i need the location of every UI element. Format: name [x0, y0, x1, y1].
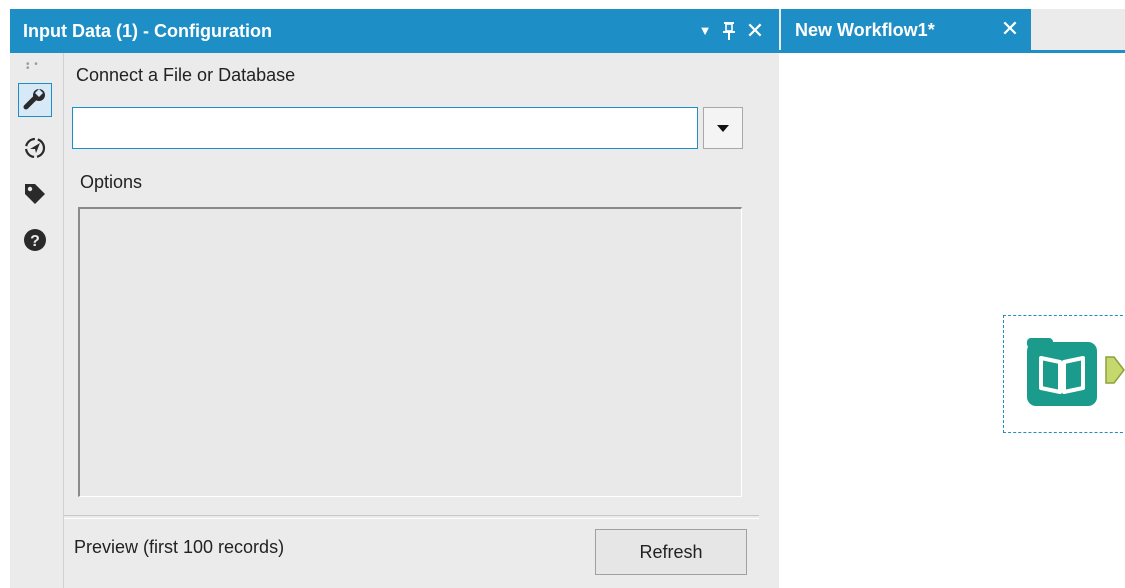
close-icon[interactable]: ✕: [742, 17, 768, 45]
tag-icon[interactable]: [18, 177, 52, 211]
configuration-panel: Input Data (1) - Configuration ▼ ✕ • • •: [10, 9, 779, 588]
chevron-down-icon: [717, 124, 729, 132]
navigate-icon[interactable]: [18, 131, 52, 165]
config-header: Input Data (1) - Configuration ▼ ✕: [10, 9, 779, 53]
grip-handle[interactable]: • • •: [26, 60, 46, 74]
close-icon[interactable]: ✕: [997, 15, 1023, 43]
config-title: Input Data (1) - Configuration: [23, 21, 272, 41]
connect-label: Connect a File or Database: [76, 65, 296, 85]
panel-splitter[interactable]: [64, 515, 759, 519]
connect-dropdown-button[interactable]: [703, 107, 743, 149]
pin-icon[interactable]: [718, 17, 740, 45]
book-icon: [1027, 338, 1097, 406]
preview-label: Preview (first 100 records): [74, 537, 285, 557]
help-icon[interactable]: ?: [18, 223, 52, 257]
dropdown-arrow-icon[interactable]: ▼: [696, 17, 714, 45]
svg-text:?: ?: [30, 233, 40, 250]
output-anchor-icon[interactable]: [1104, 355, 1125, 385]
input-data-tool[interactable]: [1025, 336, 1099, 408]
tab-new-workflow[interactable]: New Workflow1* ✕: [781, 9, 1031, 50]
workflow-tab-bar: New Workflow1* ✕: [779, 9, 1125, 53]
tab-label: New Workflow1*: [795, 20, 935, 40]
options-label: Options: [80, 172, 143, 192]
options-panel: [78, 207, 742, 497]
refresh-button[interactable]: Refresh: [595, 529, 747, 575]
workflow-canvas[interactable]: [779, 56, 1125, 588]
workflow-area: New Workflow1* ✕: [779, 9, 1125, 588]
wrench-icon[interactable]: [18, 83, 52, 117]
connect-file-input[interactable]: [72, 107, 698, 149]
config-side-toolbar: • • • ?: [10, 53, 64, 588]
